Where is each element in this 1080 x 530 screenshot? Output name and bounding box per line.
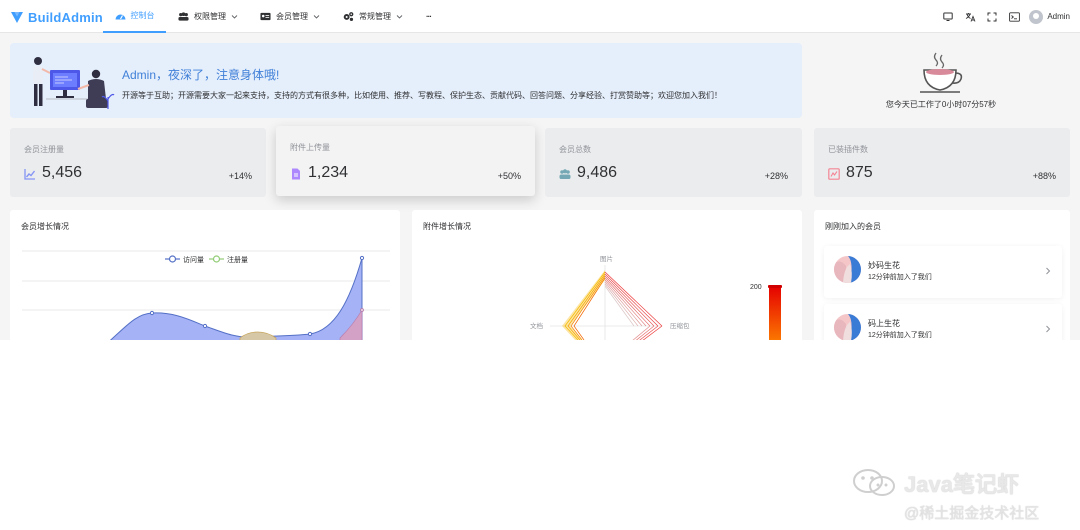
visual-map-max: 200 xyxy=(750,284,762,291)
stat-title: 已装插件数 xyxy=(828,145,868,154)
radar-label-documents: 文档 xyxy=(530,321,543,330)
worktime-text: 您今天已工作了0小时07分57秒 xyxy=(885,100,997,109)
series-area-registrations xyxy=(239,331,277,340)
users-icon xyxy=(559,169,571,179)
radar-label-images: 图片 xyxy=(600,254,613,263)
chevron-right-icon xyxy=(1046,267,1051,275)
nav-item-label: 权限管理 xyxy=(194,12,226,21)
chevron-right-icon xyxy=(1046,325,1051,333)
admin-app: BuildAdmin 控制台 权限管理 会员管理 常规管理 ··· Admin … xyxy=(0,0,1080,340)
data-point[interactable] xyxy=(307,331,313,337)
worktime-card: 您今天已工作了0小时07分57秒 xyxy=(812,43,1070,118)
monitor-icon[interactable] xyxy=(937,6,959,28)
welcome-illustration xyxy=(33,57,115,109)
visual-map-bar[interactable] xyxy=(769,286,781,340)
welcome-description: 开源等于互助；开源需要大家一起来支持，支持的方式有很多种，比如使用、推荐、写教程… xyxy=(122,91,722,100)
stat-value: 875 xyxy=(846,164,873,181)
nav-item-members[interactable]: 会员管理 xyxy=(260,0,320,33)
chevron-down-icon xyxy=(313,15,320,19)
visual-map-handle[interactable] xyxy=(768,285,782,288)
stat-title: 附件上传量 xyxy=(290,143,330,152)
legend-visits-label: 访问量 xyxy=(183,255,204,264)
nav-item-label: 会员管理 xyxy=(276,12,308,21)
new-members-panel: 刚刚加入的会员 妙码生花 12分钟前加入了我们 码上生花 12分钟前加入了我们 xyxy=(814,210,1070,340)
more-icon[interactable]: ··· xyxy=(426,0,432,33)
nav-item-label: 常规管理 xyxy=(359,12,391,21)
member-growth-panel: 会员增长情况 访问量 注册量 xyxy=(10,210,400,340)
id-card-icon xyxy=(260,11,271,22)
member-name: 妙码生花 xyxy=(868,261,900,270)
line-chart-icon xyxy=(24,169,36,180)
attachment-growth-panel: 附件增长情况 图片 文档 压缩包 200 xyxy=(412,210,802,340)
member-avatar xyxy=(834,256,861,283)
fullscreen-icon[interactable] xyxy=(981,6,1003,28)
stat-card-member-registrations[interactable]: 会员注册量 5,456 +14% xyxy=(10,128,266,197)
nav-item-general[interactable]: 常规管理 xyxy=(343,0,403,33)
dashboard-icon xyxy=(115,10,126,21)
data-point[interactable] xyxy=(149,310,155,316)
file-icon xyxy=(292,168,300,180)
attachment-growth-chart: 图片 文档 压缩包 200 xyxy=(530,254,782,340)
stat-card-plugins-installed[interactable]: 已装插件数 875 +88% xyxy=(814,128,1070,197)
coffee-cup-icon xyxy=(920,52,963,93)
radar-label-archives: 压缩包 xyxy=(670,321,690,330)
stat-change: +50% xyxy=(497,171,521,181)
top-nav: BuildAdmin 控制台 权限管理 会员管理 常规管理 ··· Admin xyxy=(0,0,1080,33)
user-name[interactable]: Admin xyxy=(1047,12,1070,21)
stat-card-member-total[interactable]: 会员总数 9,486 +28% xyxy=(545,128,802,197)
nav-item-dashboard[interactable]: 控制台 xyxy=(103,0,166,33)
radar-fill xyxy=(562,270,605,340)
stat-card-attachment-uploads[interactable]: 附件上传量 1,234 +50% xyxy=(276,126,535,196)
data-point[interactable] xyxy=(360,308,364,312)
stat-title: 会员总数 xyxy=(559,145,591,154)
stat-value: 5,456 xyxy=(42,164,83,181)
member-growth-chart: 访问量 注册量 xyxy=(22,250,390,340)
member-name: 码上生花 xyxy=(868,319,900,328)
member-item[interactable]: 妙码生花 12分钟前加入了我们 xyxy=(824,246,1062,298)
app-name: BuildAdmin xyxy=(28,9,103,25)
header-tools: Admin xyxy=(937,0,1070,33)
legend-visits[interactable] xyxy=(165,255,180,263)
data-point[interactable] xyxy=(359,255,365,261)
avatar[interactable] xyxy=(1029,9,1044,24)
stat-title: 会员注册量 xyxy=(24,145,64,154)
welcome-title: Admin，夜深了，注意身体哦! xyxy=(122,68,280,82)
chevron-down-icon xyxy=(396,15,403,19)
stat-change: +28% xyxy=(764,171,788,181)
legend-registrations[interactable] xyxy=(209,255,224,263)
nav-item-permissions[interactable]: 权限管理 xyxy=(178,0,238,33)
member-join-time: 12分钟前加入了我们 xyxy=(868,274,932,281)
wechat-icon xyxy=(853,469,895,496)
panel-title: 刚刚加入的会员 xyxy=(825,222,881,231)
logo-icon xyxy=(11,12,23,23)
users-icon xyxy=(178,11,189,22)
legend-registrations-label: 注册量 xyxy=(227,255,248,264)
member-join-time: 12分钟前加入了我们 xyxy=(868,332,932,339)
logo[interactable]: BuildAdmin xyxy=(10,7,103,27)
watermark-text: Java笔记虾 xyxy=(904,472,1019,497)
cogs-icon xyxy=(343,11,354,22)
stat-value: 1,234 xyxy=(308,164,349,181)
stat-value: 9,486 xyxy=(577,164,618,181)
translate-icon[interactable] xyxy=(959,6,981,28)
data-point[interactable] xyxy=(202,323,208,329)
stat-change: +88% xyxy=(1032,171,1056,181)
series-area-visits xyxy=(109,257,363,340)
member-avatar xyxy=(834,314,861,340)
watermark-wechat: Java笔记虾 xyxy=(852,468,1019,498)
stat-change: +14% xyxy=(228,171,252,181)
member-item[interactable]: 码上生花 12分钟前加入了我们 xyxy=(824,304,1062,340)
chevron-down-icon xyxy=(231,15,238,19)
plugin-icon xyxy=(828,168,840,180)
nav-item-label: 控制台 xyxy=(130,11,155,20)
terminal-icon[interactable] xyxy=(1003,6,1025,28)
watermark-subtext: @稀土掘金技术社区 xyxy=(904,505,1040,522)
welcome-banner: Admin，夜深了，注意身体哦! 开源等于互助；开源需要大家一起来支持，支持的方… xyxy=(10,43,802,118)
